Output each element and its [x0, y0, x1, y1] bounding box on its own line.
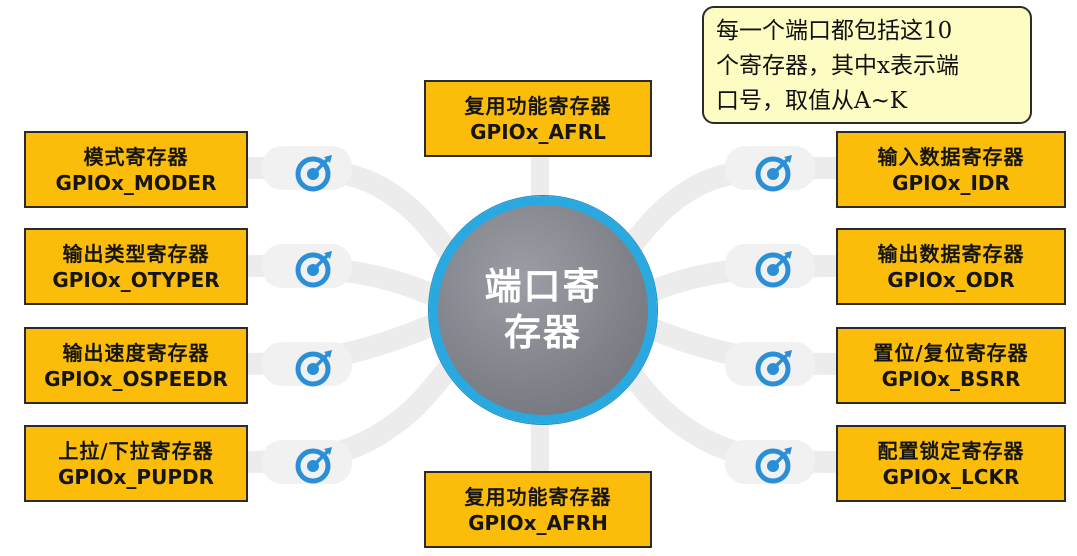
- register-cn-label: 置位/复位寄存器: [873, 340, 1029, 365]
- register-cn-label: 输出速度寄存器: [62, 340, 210, 365]
- register-en-label: GPIOx_IDR: [892, 170, 1010, 195]
- register-box-bsrr: 置位/复位寄存器 GPIOx_BSRR: [836, 327, 1066, 404]
- register-box-afrl: 复用功能寄存器 GPIOx_AFRL: [424, 80, 652, 157]
- register-box-odr: 输出数据寄存器 GPIOx_ODR: [836, 228, 1066, 305]
- register-cn-label: 输出类型寄存器: [62, 241, 210, 266]
- note-line2: 个寄存器，其中x表示端: [716, 53, 959, 79]
- target-icon: [755, 155, 792, 192]
- note-callout: 每一个端口都包括这10 个寄存器，其中x表示端 口号，取值从A~K: [702, 6, 1032, 124]
- register-box-idr: 输入数据寄存器 GPIOx_IDR: [836, 131, 1066, 208]
- register-en-label: GPIOx_AFRL: [470, 119, 606, 144]
- register-en-label: GPIOx_PUPDR: [58, 464, 214, 489]
- register-box-afrh: 复用功能寄存器 GPIOx_AFRH: [424, 471, 652, 548]
- register-cn-label: 输入数据寄存器: [877, 144, 1025, 169]
- register-box-moder: 模式寄存器 GPIOx_MODER: [24, 131, 248, 208]
- center-circle: 端口寄 存器: [429, 196, 657, 424]
- register-en-label: GPIOx_MODER: [55, 170, 217, 195]
- note-line3: 口号，取值从A~K: [716, 88, 908, 114]
- register-cn-label: 复用功能寄存器: [464, 484, 612, 509]
- target-icon: [755, 251, 792, 288]
- target-icon: [295, 155, 332, 192]
- target-icon: [755, 350, 792, 387]
- target-icon: [295, 350, 332, 387]
- register-box-otyper: 输出类型寄存器 GPIOx_OTYPER: [24, 228, 248, 305]
- center-label-line2: 存器: [504, 311, 582, 354]
- register-cn-label: 配置锁定寄存器: [877, 438, 1025, 463]
- register-en-label: GPIOx_OTYPER: [52, 267, 220, 292]
- register-box-lckr: 配置锁定寄存器 GPIOx_LCKR: [836, 425, 1066, 502]
- register-cn-label: 模式寄存器: [83, 144, 189, 169]
- register-box-pupdr: 上拉/下拉寄存器 GPIOx_PUPDR: [24, 425, 248, 502]
- target-icon: [295, 447, 332, 484]
- register-cn-label: 复用功能寄存器: [464, 93, 612, 118]
- register-en-label: GPIOx_LCKR: [882, 464, 1020, 489]
- target-icon: [295, 251, 332, 288]
- register-en-label: GPIOx_AFRH: [468, 510, 608, 535]
- center-label-line1: 端口寄: [484, 264, 602, 308]
- register-box-ospeedr: 输出速度寄存器 GPIOx_OSPEEDR: [24, 327, 248, 404]
- target-icon: [755, 447, 792, 484]
- register-en-label: GPIOx_BSRR: [881, 366, 1021, 391]
- register-cn-label: 输出数据寄存器: [877, 241, 1025, 266]
- register-cn-label: 上拉/下拉寄存器: [58, 438, 214, 463]
- register-en-label: GPIOx_ODR: [887, 267, 1015, 292]
- register-en-label: GPIOx_OSPEEDR: [44, 366, 228, 391]
- note-line1: 每一个端口都包括这10: [716, 18, 953, 44]
